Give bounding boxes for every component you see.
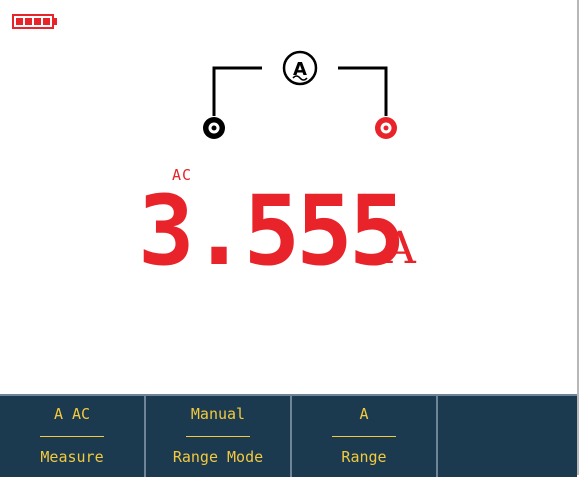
softkey-bar: A AC Measure Manual Range Mode A Range [0, 394, 577, 477]
softkey-label: Range Mode [172, 448, 264, 466]
probe-connection-diagram: A [203, 50, 397, 139]
battery-full-icon [12, 14, 57, 29]
measurement-unit: A [384, 223, 416, 274]
softkey-empty [438, 396, 577, 477]
softkey-divider [332, 436, 396, 437]
com-terminal-icon [203, 117, 225, 139]
softkey-value: A AC [53, 405, 91, 423]
softkey-label: Measure [40, 448, 104, 466]
softkey-range[interactable]: A Range [292, 396, 438, 477]
softkey-label: Range [341, 448, 387, 466]
softkey-value: Manual [190, 405, 246, 423]
measurement-value: 3.555 [138, 175, 406, 287]
softkey-divider [186, 436, 250, 437]
softkey-value: A [359, 405, 369, 423]
a-terminal-icon [375, 117, 397, 139]
softkey-measure[interactable]: A AC Measure [0, 396, 146, 477]
ammeter-icon: A [282, 50, 318, 86]
left-probe-wire [212, 66, 262, 116]
softkey-range-mode[interactable]: Manual Range Mode [146, 396, 292, 477]
right-probe-wire [338, 66, 388, 116]
softkey-divider [40, 436, 104, 437]
multimeter-screen: A AC 3.555 A A AC Measure Manual Range M… [0, 0, 579, 477]
